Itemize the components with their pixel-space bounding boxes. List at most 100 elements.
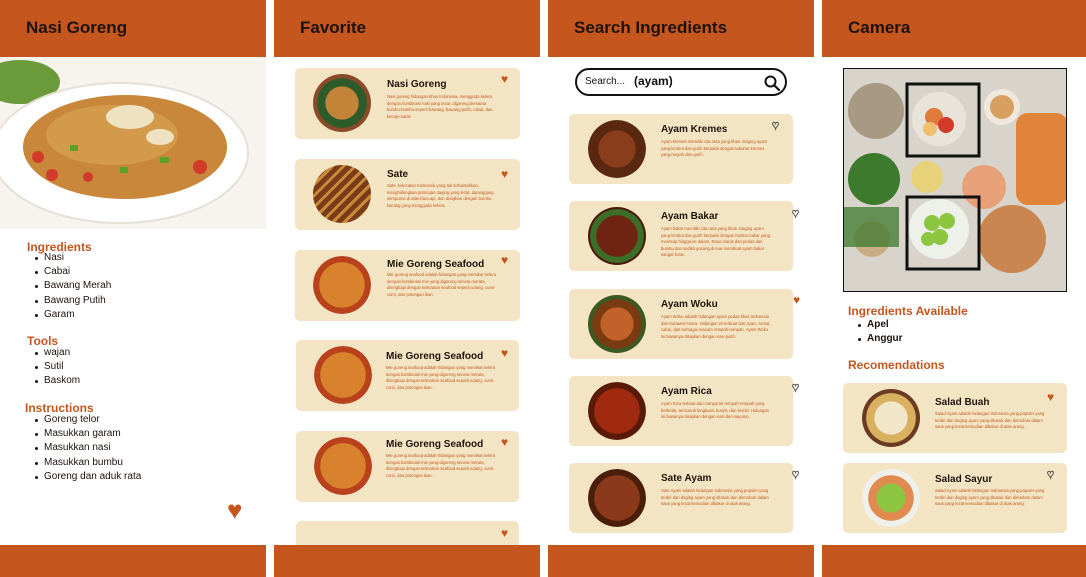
- food-name: Ayam Rica: [661, 386, 712, 397]
- favorite-heart-outline-icon[interactable]: ♥: [791, 381, 799, 394]
- food-photo: [588, 382, 646, 440]
- food-name: Mie Goreng Seafood: [386, 351, 484, 362]
- favorite-heart-icon[interactable]: ♥: [1047, 391, 1054, 403]
- search-screen: Search Ingredients Search... (ayam) Ayam…: [548, 0, 814, 577]
- favorite-screen: Favorite Nasi Goreng Nasi goreng hidanga…: [274, 0, 540, 577]
- food-description: Mie goreng seafood adalah hidangan yang …: [386, 453, 495, 478]
- search-result-card[interactable]: Ayam Kremes Ayam kremes memiliki cita ra…: [569, 114, 793, 184]
- available-list: Apel Anggur: [853, 318, 903, 346]
- search-query: (ayam): [634, 74, 673, 88]
- favorite-card[interactable]: Mie Goreng Seafood Mie goreng seafood ad…: [295, 250, 520, 321]
- favorite-heart-icon[interactable]: ♥: [793, 294, 800, 306]
- favorite-heart-icon[interactable]: ♥: [501, 436, 508, 448]
- list-item: Bawang Putih: [30, 294, 111, 308]
- food-description: Mie goreng seafood adalah hidangan yang …: [386, 365, 495, 390]
- food-name: Nasi Goreng: [387, 79, 447, 90]
- food-photo: [314, 346, 372, 404]
- list-item: Masukkan nasi: [30, 441, 141, 455]
- recommendation-card[interactable]: Salad Buah Salad Ayam adalah hidangan In…: [843, 383, 1067, 453]
- list-item: Garam: [30, 308, 111, 322]
- food-photo: [862, 389, 920, 447]
- bottom-bar: [0, 545, 266, 577]
- food-name: Sate: [387, 169, 409, 180]
- search-icon[interactable]: [764, 75, 780, 91]
- favorite-heart-outline-icon[interactable]: ♥: [791, 207, 799, 220]
- food-photo: [0, 57, 266, 229]
- food-description: Ayam Woku adalah hidangan ayam pedas kha…: [661, 314, 771, 339]
- food-description: Salad Ayam adalah hidangan Indonesia yan…: [935, 411, 1045, 429]
- favorite-heart-outline-icon[interactable]: ♥: [771, 119, 779, 132]
- list-item: Sutil: [30, 360, 80, 374]
- nasi-goreng-image: [0, 60, 249, 224]
- search-result-card[interactable]: Ayam Bakar Ayam bakar memiliki cita rasa…: [569, 201, 800, 271]
- detail-header: Nasi Goreng: [0, 0, 266, 57]
- food-description: Ayam bakar memiliki cita rasa yang khas.…: [661, 226, 770, 257]
- bottom-bar: [548, 545, 814, 577]
- favorite-heart-icon[interactable]: ♥: [501, 254, 508, 266]
- food-photo: [588, 207, 646, 265]
- camera-viewfinder[interactable]: [843, 68, 1067, 292]
- food-description: Sate Ayam adalah hidangan Indonesia yang…: [661, 488, 769, 506]
- bottom-bar: [274, 545, 540, 577]
- list-item: Masukkan garam: [30, 427, 141, 441]
- list-item: Bawang Merah: [30, 279, 111, 293]
- camera-header: Camera: [822, 0, 1086, 57]
- search-placeholder: Search...: [585, 76, 626, 87]
- page-title: Favorite: [300, 18, 367, 37]
- favorite-heart-outline-icon[interactable]: ♥: [791, 468, 799, 481]
- food-photo: [313, 165, 371, 223]
- food-photo: [588, 295, 646, 353]
- favorite-heart-icon[interactable]: ♥: [501, 168, 508, 180]
- food-name: Ayam Kremes: [661, 124, 728, 135]
- search-result-card[interactable]: Sate Ayam Sate Ayam adalah hidangan Indo…: [569, 463, 800, 533]
- food-description: Mie goreng seafood adalah hidangan yang …: [387, 272, 496, 297]
- food-name: Salad Sayur: [935, 474, 993, 485]
- favorite-heart-icon[interactable]: ♥: [501, 73, 508, 85]
- food-photo: [313, 74, 371, 132]
- tools-list: wajan Sutil Baskom: [30, 346, 80, 389]
- available-heading: Ingredients Available: [848, 304, 968, 318]
- search-result-card[interactable]: Ayam Rica Ayam Rica terbuat dari campura…: [569, 376, 800, 446]
- food-name: Ayam Woku: [661, 299, 718, 310]
- favorite-card[interactable]: Nasi Goreng Nasi goreng hidangan khas In…: [295, 68, 520, 139]
- recommendation-card[interactable]: Salad Sayur Salad Ayam adalah hidangan I…: [843, 463, 1067, 533]
- page-title: Camera: [848, 18, 911, 37]
- list-item: wajan: [30, 346, 80, 360]
- favorite-card[interactable]: Mie Goreng Seafood Mie goreng seafood ad…: [296, 340, 519, 411]
- food-description: Nasi goreng hidangan khas Indonesia, men…: [387, 94, 493, 119]
- favorite-heart-icon[interactable]: ♥: [501, 347, 508, 359]
- food-photo: [314, 437, 372, 495]
- food-description: Salad Ayam adalah hidangan Indonesia yan…: [935, 488, 1045, 506]
- food-photo: [313, 256, 371, 314]
- list-item: Nasi: [30, 251, 111, 265]
- food-photo: [588, 120, 646, 178]
- instructions-list: Goreng telor Masukkan garam Masukkan nas…: [30, 413, 141, 484]
- camera-screen: Camera Ingredients Available Apel Anggur…: [822, 0, 1086, 577]
- food-name: Salad Buah: [935, 397, 990, 408]
- favorite-header: Favorite: [274, 0, 540, 57]
- search-input[interactable]: Search... (ayam): [575, 68, 787, 96]
- search-result-card[interactable]: Ayam Woku Ayam Woku adalah hidangan ayam…: [569, 289, 800, 359]
- favorite-card[interactable]: Sate Sate, kelezatan Indonesia yang tak …: [295, 159, 520, 230]
- food-name: Ayam Bakar: [661, 211, 719, 222]
- favorite-heart-icon[interactable]: ♥: [227, 497, 242, 523]
- favorite-card[interactable]: Mie Goreng Seafood Mie goreng seafood ad…: [296, 431, 519, 502]
- recommendations-heading: Recomendations: [848, 358, 945, 372]
- favorite-heart-icon[interactable]: ♥: [501, 527, 508, 539]
- food-photo: [588, 469, 646, 527]
- food-name: Mie Goreng Seafood: [387, 259, 485, 270]
- detected-ingredients-image: [844, 69, 1066, 291]
- list-item: Anggur: [853, 332, 903, 346]
- bottom-bar: [822, 545, 1086, 577]
- food-description: Ayam kremes memiliki cita rasa yang khas…: [661, 139, 768, 157]
- search-header: Search Ingredients: [548, 0, 814, 57]
- page-title: Nasi Goreng: [26, 18, 128, 37]
- list-item: Masukkan bumbu: [30, 456, 141, 470]
- food-description: Sate, kelezatan Indonesia yang tak terba…: [387, 183, 494, 208]
- food-name: Mie Goreng Seafood: [386, 439, 484, 450]
- list-item: Goreng telor: [30, 413, 141, 427]
- page-title: Search Ingredients: [574, 18, 728, 37]
- ingredients-list: Nasi Cabai Bawang Merah Bawang Putih Gar…: [30, 251, 111, 322]
- food-photo: [862, 469, 920, 527]
- favorite-heart-outline-icon[interactable]: ♥: [1046, 468, 1054, 481]
